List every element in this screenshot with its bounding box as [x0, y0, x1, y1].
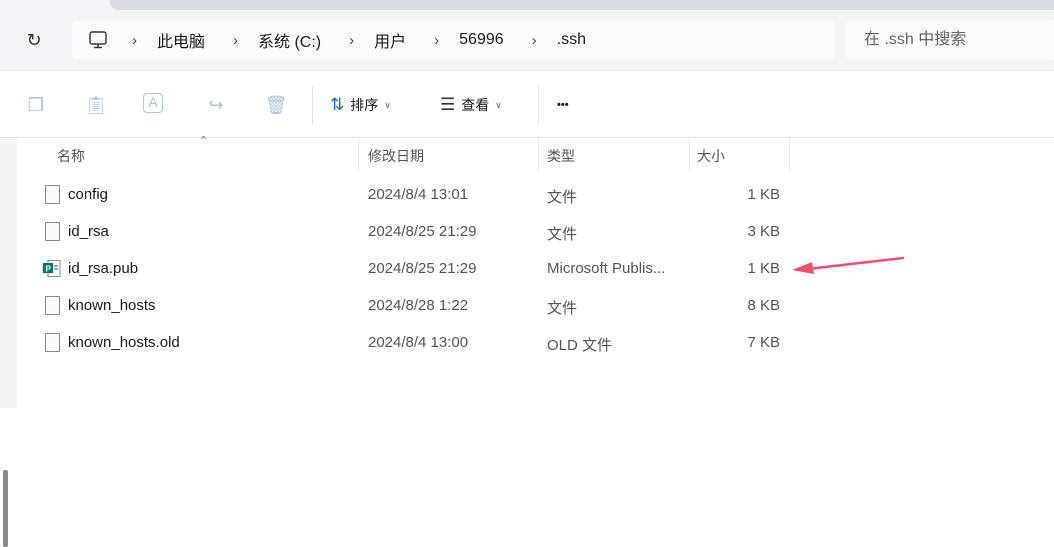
publisher-file-icon: P [43, 260, 61, 277]
navigation-bar: ↻ › 此电脑 › 系统 (C:) › 用户 › 56996 › .ssh 在 … [0, 0, 1054, 70]
file-name: known_hosts.old [68, 334, 180, 351]
scrollbar-thumb[interactable] [3, 470, 8, 547]
delete-icon[interactable]: 🗑︎ [263, 93, 289, 117]
file-icon [45, 185, 60, 204]
divider [538, 85, 539, 125]
file-type: OLD 文件 [547, 337, 613, 354]
file-size: 8 KB [747, 297, 780, 314]
file-row[interactable]: known_hosts.old 2024/8/4 13:00 OLD 文件 7 … [17, 325, 917, 362]
file-size: 7 KB [747, 334, 780, 351]
this-pc-icon [88, 30, 108, 50]
file-name: id_rsa [68, 223, 109, 240]
command-bar: ❐ 📋︎ A ↪ 🗑︎ ⇅ 排序 ∨ ☰ 查看 ∨ ••• [0, 70, 1054, 138]
chevron-right-icon: › [132, 31, 137, 49]
file-name: known_hosts [68, 297, 156, 314]
chevron-right-icon: › [349, 31, 355, 49]
more-options-button[interactable]: ••• [557, 93, 569, 117]
chevron-right-icon: › [434, 31, 440, 49]
column-header-size[interactable]: 大小 [697, 139, 725, 171]
annotation-arrow-icon [792, 256, 905, 274]
paste-icon[interactable]: 📋︎ [83, 93, 109, 117]
file-row[interactable]: known_hosts 2024/8/28 1:22 文件 8 KB [17, 288, 917, 325]
file-size: 3 KB [747, 223, 780, 240]
file-type: Microsoft Publis... [547, 260, 666, 277]
column-divider[interactable] [689, 139, 690, 171]
breadcrumb-ssh[interactable]: .ssh [557, 31, 586, 49]
file-row[interactable]: P id_rsa.pub 2024/8/25 21:29 Microsoft P… [17, 251, 917, 288]
breadcrumb-users[interactable]: 用户 [374, 28, 406, 52]
copy-icon[interactable]: ❐ [23, 93, 49, 117]
file-name: config [68, 186, 109, 203]
file-size: 1 KB [747, 186, 780, 203]
tab-strip [110, 0, 1054, 10]
chevron-down-icon: ∨ [495, 100, 502, 110]
chevron-right-icon: › [233, 31, 239, 49]
file-date: 2024/8/4 13:00 [368, 334, 469, 351]
sort-icon: ⇅ [330, 95, 345, 114]
column-header-date[interactable]: 修改日期 [368, 139, 424, 171]
navigation-pane [0, 139, 17, 547]
search-input[interactable]: 在 .ssh 中搜索 [846, 20, 1054, 60]
file-date: 2024/8/28 1:22 [368, 297, 469, 314]
file-icon [45, 222, 60, 241]
column-divider[interactable] [358, 139, 359, 171]
address-bar[interactable]: › 此电脑 › 系统 (C:) › 用户 › 56996 › .ssh [72, 20, 835, 60]
file-name: id_rsa.pub [68, 260, 139, 277]
chevron-right-icon: › [531, 31, 537, 49]
column-header-name[interactable]: 名称 [57, 139, 85, 171]
file-size: 1 KB [747, 260, 780, 277]
file-type: 文件 [547, 226, 578, 243]
column-divider[interactable] [538, 139, 539, 171]
file-type: 文件 [547, 189, 578, 206]
sort-button[interactable]: ⇅ 排序 ∨ [330, 93, 391, 117]
rename-icon[interactable]: A [143, 93, 163, 113]
chevron-down-icon: ∨ [384, 100, 391, 110]
sort-label: 排序 [350, 97, 379, 113]
svg-text:P: P [46, 265, 52, 274]
share-icon[interactable]: ↪ [203, 93, 229, 117]
file-row[interactable]: id_rsa 2024/8/25 21:29 文件 3 KB [17, 214, 917, 251]
file-icon [45, 296, 60, 315]
sort-ascending-icon: ⌃ [199, 135, 209, 147]
view-icon: ☰ [440, 95, 456, 114]
column-header-type[interactable]: 类型 [547, 139, 575, 171]
view-button[interactable]: ☰ 查看 ∨ [440, 93, 502, 117]
file-date: 2024/8/25 21:29 [368, 260, 477, 277]
breadcrumb-this-pc[interactable]: 此电脑 [157, 28, 205, 52]
breadcrumb-system-c[interactable]: 系统 (C:) [258, 28, 321, 52]
file-row[interactable]: config 2024/8/4 13:01 文件 1 KB [17, 177, 917, 214]
file-type: 文件 [547, 300, 578, 317]
column-divider[interactable] [789, 139, 790, 171]
file-icon [45, 333, 60, 352]
file-date: 2024/8/25 21:29 [368, 223, 477, 240]
refresh-button[interactable]: ↻ [22, 28, 46, 52]
breadcrumb-user[interactable]: 56996 [459, 31, 504, 49]
view-label: 查看 [461, 97, 490, 113]
file-date: 2024/8/4 13:01 [368, 186, 469, 203]
divider [312, 85, 313, 125]
